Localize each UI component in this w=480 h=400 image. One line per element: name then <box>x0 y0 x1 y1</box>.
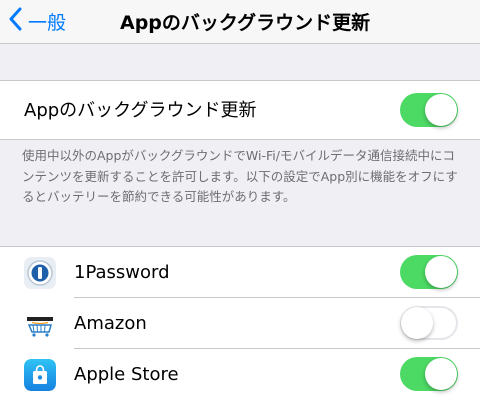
amazon-icon <box>24 308 56 340</box>
list-item-1password: 1Password <box>0 247 480 298</box>
master-toggle[interactable] <box>400 93 458 127</box>
app-list: 1Password Amazon Apple Store <box>0 246 480 400</box>
app-name: Amazon <box>74 313 147 334</box>
navigation-bar: 一般 Appのバックグラウンド更新 <box>0 0 480 44</box>
app-name: Apple Store <box>74 364 179 385</box>
chevron-left-icon <box>8 7 22 35</box>
master-setting-label: Appのバックグラウンド更新 <box>24 100 257 121</box>
toggle-knob <box>425 256 457 288</box>
page-title: Appのバックグラウンド更新 <box>120 12 371 34</box>
description-text: 使用中以外のAppがバックグラウンドでWi-Fi/モバイルデータ通信接続中にコン… <box>22 148 458 204</box>
list-item-apple-store: Apple Store <box>0 349 480 400</box>
back-button[interactable]: 一般 <box>8 6 66 36</box>
app-toggle-1password[interactable] <box>400 255 458 289</box>
app-name: 1Password <box>74 262 170 283</box>
onepassword-icon <box>24 257 56 289</box>
apple-store-icon <box>24 359 56 391</box>
back-button-label: 一般 <box>28 11 67 34</box>
toggle-knob <box>401 307 433 339</box>
app-toggle-amazon[interactable] <box>400 306 458 340</box>
list-item-amazon: Amazon <box>0 298 480 349</box>
toggle-knob <box>425 358 457 390</box>
master-setting-group: Appのバックグラウンド更新 <box>0 80 480 140</box>
toggle-knob <box>425 94 457 126</box>
app-toggle-apple-store[interactable] <box>400 357 458 391</box>
